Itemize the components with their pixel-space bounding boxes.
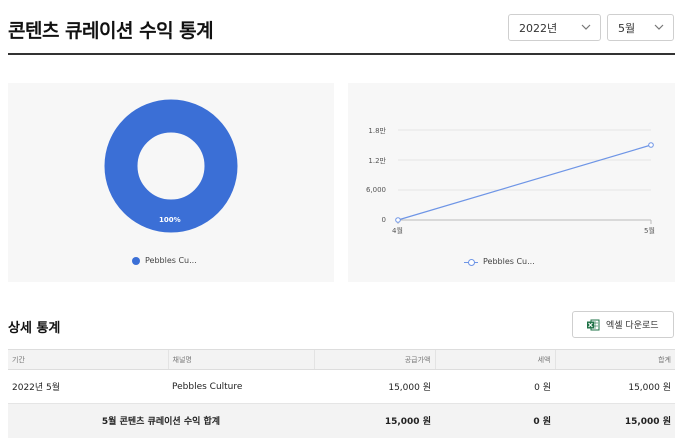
excel-icon [587,319,600,330]
donut-legend-label: Pebbles Cu... [145,256,197,265]
line-legend[interactable]: Pebbles Cu... [464,257,535,266]
col-header-supply: 공급가액 [313,349,435,370]
y-tick-label: 0 [381,216,386,224]
total-tax: 0 원 [435,403,555,438]
donut-chart [104,99,238,233]
header-divider [8,53,675,55]
page-title: 콘텐츠 큐레이션 수익 통계 [8,20,214,42]
y-tick-label: 6,000 [365,186,386,194]
cell-channel: Pebbles Culture [168,369,314,404]
table-total-row: 5월 콘텐츠 큐레이션 수익 합계 15,000 원 0 원 15,000 원 [8,403,675,438]
legend-line-icon [464,258,478,266]
excel-download-label: 엑셀 다운로드 [606,321,659,331]
cell-supply: 15,000 원 [314,369,435,404]
x-tick-label: 4월 [392,227,403,235]
year-select[interactable]: 2022년 [508,14,601,41]
cell-total: 15,000 원 [555,369,675,404]
col-header-channel: 채널명 [167,349,314,370]
total-label: 5월 콘텐츠 큐레이션 수익 합계 [8,403,314,438]
col-header-period: 기간 [8,349,168,370]
y-tick-label: 1.2만 [368,157,386,165]
cell-period: 2022년 5월 [8,369,168,404]
chevron-down-icon [581,24,591,30]
details-title: 상세 통계 [8,321,61,336]
series-line [397,144,652,221]
donut-chart-panel: 100% Pebbles Cu... [8,83,334,282]
total-total: 15,000 원 [555,403,675,438]
month-select[interactable]: 5월 [607,14,674,41]
donut-percent-label: 100% [159,216,181,224]
legend-dot-icon [132,256,140,265]
chevron-down-icon [654,24,664,30]
col-header-tax: 세액 [434,349,555,370]
details-table: 기간 채널명 공급가액 세액 합계 2022년 5월 Pebbles Cultu… [8,349,675,438]
data-point[interactable] [648,142,654,148]
line-chart [395,129,654,224]
cell-tax: 0 원 [435,369,555,404]
table-row: 2022년 5월 Pebbles Culture 15,000 원 0 원 15… [8,369,675,404]
y-tick-label: 1.8만 [368,127,386,135]
donut-legend[interactable]: Pebbles Cu... [132,256,197,265]
line-legend-label: Pebbles Cu... [483,257,535,266]
line-chart-panel: 1.8만 1.2만 6,000 0 4월 5월 Pebbles Cu... [348,83,675,282]
data-point[interactable] [395,217,401,223]
year-select-value: 2022년 [519,21,558,35]
total-supply: 15,000 원 [314,403,435,438]
table-header-row: 기간 채널명 공급가액 세액 합계 [8,349,675,370]
col-header-total: 합계 [554,349,675,370]
month-select-value: 5월 [618,21,636,35]
x-tick-label: 5월 [644,227,655,235]
donut-slice-pebbles [104,99,238,233]
excel-download-button[interactable]: 엑셀 다운로드 [572,311,674,338]
